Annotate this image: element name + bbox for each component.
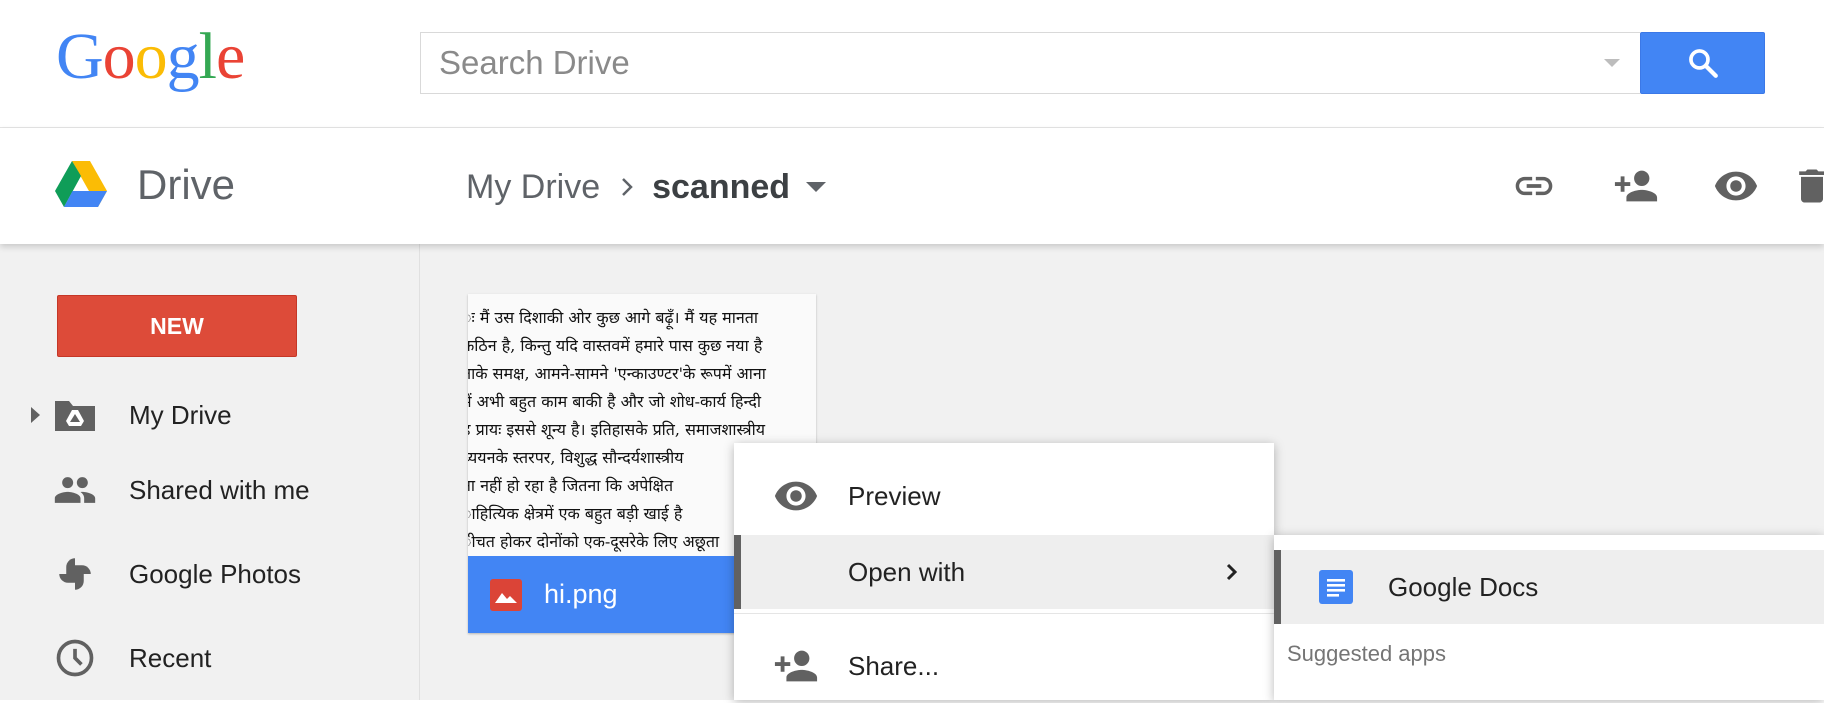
app-title: Drive xyxy=(137,161,236,208)
new-button[interactable]: NEW xyxy=(57,295,297,357)
get-link-button[interactable] xyxy=(1506,158,1562,214)
thumbnail-text-line: में अभी बहुत काम बाकी है और जो शोध-कार्य… xyxy=(468,392,762,411)
menu-item-label: Preview xyxy=(848,480,941,511)
google-logo[interactable]: Google xyxy=(56,20,245,93)
image-icon xyxy=(490,578,522,611)
share-button[interactable] xyxy=(1608,158,1664,214)
link-icon xyxy=(1515,176,1553,196)
breadcrumb-current-folder[interactable]: scanned xyxy=(652,168,790,207)
chevron-right-icon xyxy=(1222,562,1242,582)
menu-item-share[interactable]: Share... xyxy=(734,629,1274,703)
logo-letter: e xyxy=(216,20,245,93)
sidebar-item-my-drive[interactable]: My Drive xyxy=(0,383,420,447)
logo-letter: o xyxy=(134,20,168,93)
sidebar-item-shared-with-me[interactable]: Shared with me xyxy=(0,458,420,522)
search-box xyxy=(420,32,1640,94)
suggested-apps-heading: Suggested apps xyxy=(1287,641,1447,666)
menu-item-preview[interactable]: Preview xyxy=(734,459,1274,533)
drive-folder-icon xyxy=(52,392,98,438)
pinwheel-icon xyxy=(52,551,98,597)
thumbnail-text-line: ः मैं उस दिशाकी ओर कुछ आगे बढ़ूँ। मैं यह… xyxy=(468,308,759,327)
breadcrumb: My Drive scanned xyxy=(466,162,827,212)
logo-letter: o xyxy=(102,20,136,93)
sidebar-item-label: Shared with me xyxy=(129,474,310,505)
eye-icon xyxy=(1714,171,1758,201)
menu-item-open-with[interactable]: Open with xyxy=(734,535,1274,609)
people-icon xyxy=(52,467,98,513)
expand-arrow-icon[interactable] xyxy=(31,407,40,423)
preview-button[interactable] xyxy=(1708,158,1764,214)
logo-letter: g xyxy=(166,20,200,93)
search-button[interactable] xyxy=(1640,32,1765,94)
menu-item-label: Share... xyxy=(848,650,940,681)
context-menu: Preview Open with Share... xyxy=(734,443,1274,700)
sidebar-item-recent[interactable]: Recent xyxy=(0,626,420,690)
thumbnail-text-line: ह प्रायः इससे शून्य है। इतिहासके प्रति, … xyxy=(468,420,766,439)
sidebar: NEW My Drive Shared with me Google Photo… xyxy=(0,244,420,700)
sidebar-item-label: Google Photos xyxy=(129,558,302,589)
remove-button[interactable] xyxy=(1784,158,1824,214)
eye-icon xyxy=(772,472,820,520)
add-person-icon xyxy=(1614,170,1658,202)
menu-divider xyxy=(734,613,1274,614)
thumbnail-text-line: कठिन है, किन्तु यदि वास्तवमें हमारे पास … xyxy=(468,336,763,355)
thumbnail-text-line: ताके समक्ष, आमने-सामने 'एन्काउण्टर'के रू… xyxy=(468,364,766,383)
file-name: hi.png xyxy=(544,579,618,609)
open-with-submenu: Google Docs Suggested apps xyxy=(1274,535,1824,700)
search-icon xyxy=(1688,49,1718,78)
sidebar-item-google-photos[interactable]: Google Photos xyxy=(0,542,420,606)
trash-icon xyxy=(1799,169,1824,203)
sidebar-item-label: Recent xyxy=(129,642,212,673)
menu-item-label: Open with xyxy=(848,556,966,587)
logo-letter: l xyxy=(198,20,217,93)
drive-logo-icon[interactable] xyxy=(55,161,107,207)
search-input[interactable] xyxy=(439,33,1589,93)
sidebar-item-label: My Drive xyxy=(129,399,232,430)
clock-icon xyxy=(52,635,98,681)
logo-letter: G xyxy=(56,20,104,93)
app-bar: Drive My Drive scanned xyxy=(0,128,1824,244)
submenu-item-label: Google Docs xyxy=(1388,571,1539,602)
search-options-caret-icon[interactable] xyxy=(1604,59,1620,67)
breadcrumb-root[interactable]: My Drive xyxy=(466,168,600,207)
add-person-icon xyxy=(772,642,820,690)
google-docs-icon xyxy=(1318,569,1354,605)
top-bar: Google xyxy=(0,0,1824,128)
folder-menu-caret-icon[interactable] xyxy=(806,182,827,192)
chevron-right-icon xyxy=(622,178,633,196)
submenu-item-google-docs[interactable]: Google Docs xyxy=(1274,550,1824,624)
